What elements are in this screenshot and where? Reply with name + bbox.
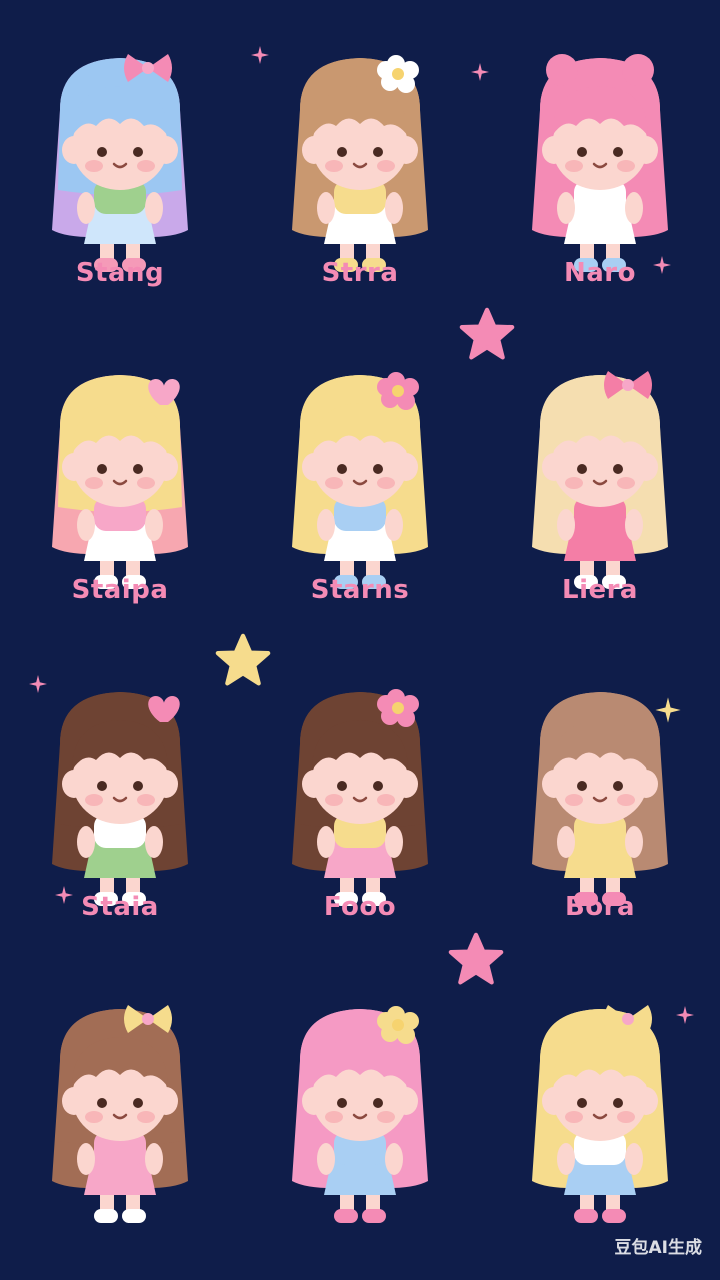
character-name: Staia: [81, 892, 159, 922]
character-card: Naro: [480, 0, 720, 317]
chibi-girl-illustration: [52, 375, 188, 589]
chibi-girl-illustration: [532, 1005, 668, 1223]
sparkle-icon: [653, 256, 671, 274]
sparkle-icon: [676, 1006, 694, 1024]
chibi-girl-illustration: [292, 689, 428, 906]
flower-icon: [377, 372, 419, 410]
star-icon: [448, 932, 504, 985]
star-icon: [459, 307, 515, 360]
sparkle-icon: [251, 46, 269, 64]
character-card: [0, 951, 240, 1268]
sparkle-icon: [55, 886, 73, 904]
flower-icon: [377, 689, 419, 727]
chibi-girl-illustration: [52, 1005, 188, 1223]
flower-icon: [377, 55, 419, 93]
chibi-girl-illustration: [292, 55, 428, 272]
character-name: Starns: [310, 575, 410, 605]
flower-icon: [377, 1006, 419, 1044]
chibi-girl-illustration: [532, 54, 668, 272]
character-card: Starns: [240, 317, 480, 634]
sparkle-icon: [471, 63, 489, 81]
character-card: Strra: [240, 0, 480, 317]
character-card: Stang: [0, 0, 240, 317]
star-icon: [215, 633, 271, 686]
chibi-girl-illustration: [292, 1006, 428, 1223]
chibi-girl-illustration: [532, 371, 668, 589]
character-card: [480, 951, 720, 1268]
character-name: Strra: [321, 258, 399, 288]
chibi-girl-illustration: [52, 54, 188, 272]
character-card: Fooo: [240, 634, 480, 951]
character-name: Fooo: [323, 892, 397, 922]
character-name: Staipa: [71, 575, 169, 605]
character-name: Stang: [75, 258, 165, 288]
character-name: Naro: [564, 258, 636, 288]
sparkle-icon: [29, 675, 47, 693]
sparkle-icon: [655, 697, 681, 723]
sticker-sheet: Stang Strra Naro Staipa Starns Liera Sta…: [0, 0, 720, 1280]
character-card: Liera: [480, 317, 720, 634]
chibi-girl-illustration: [52, 692, 188, 906]
character-card: Bora: [480, 634, 720, 951]
character-card: Staipa: [0, 317, 240, 634]
character-name: Liera: [562, 575, 638, 605]
chibi-girl-illustration: [292, 372, 428, 589]
character-card: [240, 951, 480, 1268]
ai-watermark: 豆包AI生成: [614, 1238, 702, 1258]
character-name: Bora: [564, 892, 636, 922]
